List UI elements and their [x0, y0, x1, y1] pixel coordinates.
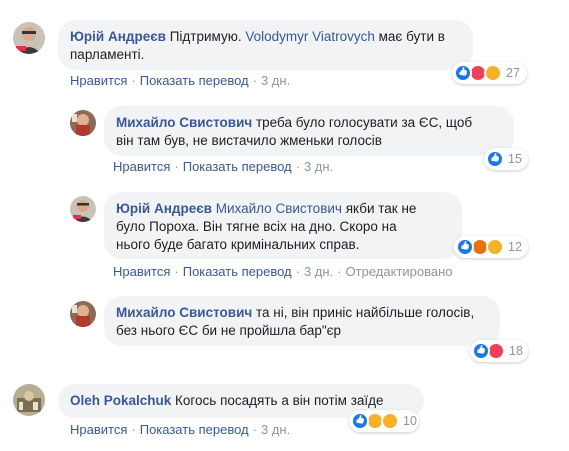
like-reaction-icon [351, 412, 369, 430]
comment-author[interactable]: Михайло Свистович [116, 115, 252, 130]
reactions-summary[interactable]: 12 [454, 236, 528, 258]
like-reaction-icon [454, 64, 472, 82]
like-reaction-icon [472, 342, 490, 360]
comment-text: нього буде багато кримінальних справ. [116, 237, 360, 252]
comment-actions: Нравится · Показать перевод · 3 дн. · Отредакт… [113, 264, 453, 279]
avatar[interactable] [70, 301, 96, 327]
comment-bubble: Юрій Андреєв Михайло Свистович якби так … [104, 192, 462, 259]
haha-reaction-icon [486, 238, 504, 256]
mention-link[interactable]: Volodymyr Viatrovych [245, 29, 375, 44]
like-button[interactable]: Нравится [113, 159, 170, 174]
like-button[interactable]: Нравится [70, 73, 127, 88]
like-reaction-icon [456, 238, 474, 256]
comment-text: Підтримую. [165, 29, 246, 44]
reactions-summary[interactable]: 10 [349, 410, 419, 432]
haha-reaction-icon [484, 64, 502, 82]
like-button[interactable]: Нравится [70, 422, 127, 437]
comment-text: має бути в [374, 29, 445, 44]
reactions-summary[interactable]: 15 [484, 148, 528, 170]
avatar[interactable] [13, 22, 45, 54]
comment-text: якби так не [341, 201, 417, 216]
like-button[interactable]: Нравится [113, 264, 170, 279]
comment-bubble: Михайло Свистович треба було голосувати … [104, 106, 514, 156]
show-translation-button[interactable]: Показать перевод [140, 73, 249, 88]
reaction-count: 12 [508, 240, 522, 254]
comment-text: він там був, не вистачило жменьки голосі… [116, 133, 382, 148]
comment-author[interactable]: Oleh Pokalchuk [70, 393, 171, 408]
mention-link[interactable]: Михайло Свистович [216, 201, 342, 216]
comment-actions: Нравится · Показать перевод · 3 дн. [70, 422, 291, 437]
reaction-count: 10 [403, 414, 417, 428]
comment-author[interactable]: Юрій Андреєв [70, 29, 166, 44]
like-reaction-icon [486, 150, 504, 168]
reaction-count: 15 [508, 152, 522, 166]
show-translation-button[interactable]: Показать перевод [183, 159, 292, 174]
avatar[interactable] [13, 384, 45, 416]
comment-text: та ні, він приніс найбільше голосів, [252, 305, 475, 320]
comment-actions: Нравится · Показать перевод · 3 дн. [113, 159, 334, 174]
comment-author[interactable]: Юрій Андреєв [116, 201, 212, 216]
comment-text: було Пороха. Він тягне всіх на дно. Скор… [116, 219, 397, 234]
reaction-count: 18 [509, 344, 523, 358]
timestamp[interactable]: 3 дн. [261, 73, 290, 88]
comment-author[interactable]: Михайло Свистович [116, 305, 252, 320]
wow-reaction-icon [381, 412, 399, 430]
comment-text: без нього ЄС би не пройшла бар"єр [116, 323, 342, 338]
show-translation-button[interactable]: Показать перевод [183, 264, 292, 279]
comment-bubble: Михайло Свистович та ні, він приніс найб… [104, 296, 500, 346]
comment-text: Когось посадять а він потім заїде [171, 393, 384, 408]
comment-bubble: Юрій Андреєв Підтримую. Volodymyr Viatro… [58, 20, 473, 70]
timestamp[interactable]: 3 дн. [304, 264, 333, 279]
reactions-summary[interactable]: 27 [452, 62, 527, 84]
comment-text: треба було голосувати за ЄС, щоб [252, 115, 473, 130]
reactions-summary[interactable]: 18 [470, 340, 528, 362]
show-translation-button[interactable]: Показать перевод [140, 422, 249, 437]
comment-actions: Нравится · Показать перевод · 3 дн. [70, 73, 291, 88]
timestamp[interactable]: 3 дн. [261, 422, 290, 437]
avatar[interactable] [70, 196, 96, 222]
comment-text: парламенті. [70, 47, 145, 62]
reaction-count: 27 [506, 66, 520, 80]
edited-label[interactable]: Отредактировано [346, 264, 453, 279]
avatar[interactable] [70, 110, 96, 136]
timestamp[interactable]: 3 дн. [304, 159, 333, 174]
